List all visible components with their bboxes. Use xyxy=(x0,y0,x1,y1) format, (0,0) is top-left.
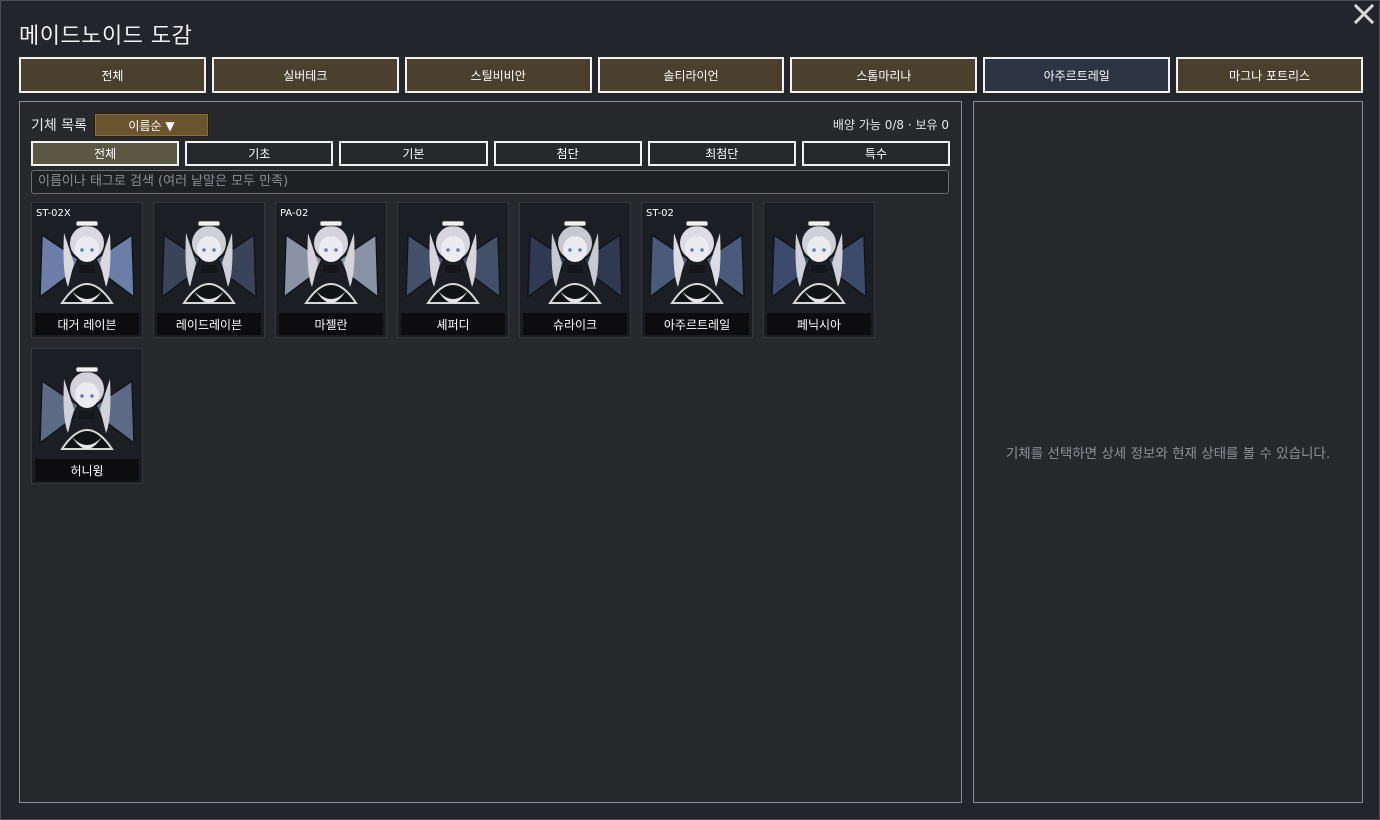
faction-tab-silvertech[interactable]: 실버테크 xyxy=(211,57,399,93)
unit-card[interactable]: ST-02X 대거 레이븐 xyxy=(31,202,143,338)
unit-name: 마젤란 xyxy=(279,313,383,335)
unit-portrait xyxy=(154,203,264,313)
unit-list-panel: 기체 목록 이름순 ▼ 배양 가능 0/8 · 보유 0 전체 기초 기본 첨단… xyxy=(19,101,962,803)
unit-code: ST-02X xyxy=(36,208,71,219)
faction-tab-all[interactable]: 전체 xyxy=(19,57,206,93)
deploy-info: 배양 가능 0/8 · 보유 0 xyxy=(832,118,949,132)
unit-portrait xyxy=(520,203,630,313)
category-tab-basic-tier[interactable]: 기초 xyxy=(185,141,334,166)
unit-card[interactable]: 슈라이크 xyxy=(519,202,631,338)
search-input[interactable]: 이름이나 태그로 검색 (여러 낱말은 모두 만족) xyxy=(31,170,949,194)
faction-tab-stormmarina[interactable]: 스톰마리나 xyxy=(790,57,978,93)
unit-name: 슈라이크 xyxy=(523,313,627,335)
unit-name: 대거 레이븐 xyxy=(35,313,139,335)
category-tabs: 전체 기초 기본 첨단 최첨단 특수 xyxy=(31,141,951,166)
detail-empty-message: 기체를 선택하면 상세 정보와 현재 상태를 볼 수 있습니다. xyxy=(1005,446,1331,462)
faction-tab-steelvivian[interactable]: 스틸비비안 xyxy=(404,57,592,93)
unit-card[interactable]: 셰퍼디 xyxy=(397,202,509,338)
unit-detail-panel: 기체를 선택하면 상세 정보와 현재 상태를 볼 수 있습니다. xyxy=(973,101,1363,803)
unit-code: PA-02 xyxy=(280,208,309,219)
unit-name: 레이드레이븐 xyxy=(157,313,261,335)
unit-name: 셰퍼디 xyxy=(401,313,505,335)
unit-card[interactable]: ST-02 아주르트레일 xyxy=(641,202,753,338)
faction-tabs: 전체 실버테크 스틸비비안 솔티라이언 스톰마리나 아주르트레일 마그나 포트리… xyxy=(19,57,1364,93)
unit-card[interactable]: PA-02 마젤란 xyxy=(275,202,387,338)
faction-tab-saltylion[interactable]: 솔티라이언 xyxy=(597,57,785,93)
category-tab-standard[interactable]: 기본 xyxy=(339,141,488,166)
unit-card[interactable]: 허니윙 xyxy=(31,348,143,484)
unit-code: ST-02 xyxy=(646,208,674,219)
codex-window: 메이드노이드 도감 전체 실버테크 스틸비비안 솔티라이언 스톰마리나 아주르트… xyxy=(0,0,1380,820)
unit-card[interactable]: 레이드레이븐 xyxy=(153,202,265,338)
unit-portrait xyxy=(32,203,142,313)
faction-tab-magnafortress[interactable]: 마그나 포트리스 xyxy=(1176,57,1364,93)
sort-dropdown[interactable]: 이름순 ▼ xyxy=(94,113,209,137)
window-title: 메이드노이드 도감 xyxy=(19,24,193,49)
unit-portrait xyxy=(32,349,142,459)
unit-portrait xyxy=(642,203,752,313)
close-icon[interactable] xyxy=(1351,1,1377,27)
unit-card[interactable]: 페닉시아 xyxy=(763,202,875,338)
unit-name: 아주르트레일 xyxy=(645,313,749,335)
unit-list-label: 기체 목록 xyxy=(31,118,87,134)
unit-portrait xyxy=(276,203,386,313)
category-tab-cutting-edge[interactable]: 최첨단 xyxy=(647,141,796,166)
unit-portrait xyxy=(398,203,508,313)
unit-name: 허니윙 xyxy=(35,459,139,481)
category-tab-all[interactable]: 전체 xyxy=(31,141,180,166)
unit-name: 페닉시아 xyxy=(767,313,871,335)
unit-portrait xyxy=(764,203,874,313)
category-tab-special[interactable]: 특수 xyxy=(801,141,951,166)
category-tab-advanced[interactable]: 첨단 xyxy=(493,141,642,166)
faction-tab-azuretrail[interactable]: 아주르트레일 xyxy=(983,57,1171,93)
